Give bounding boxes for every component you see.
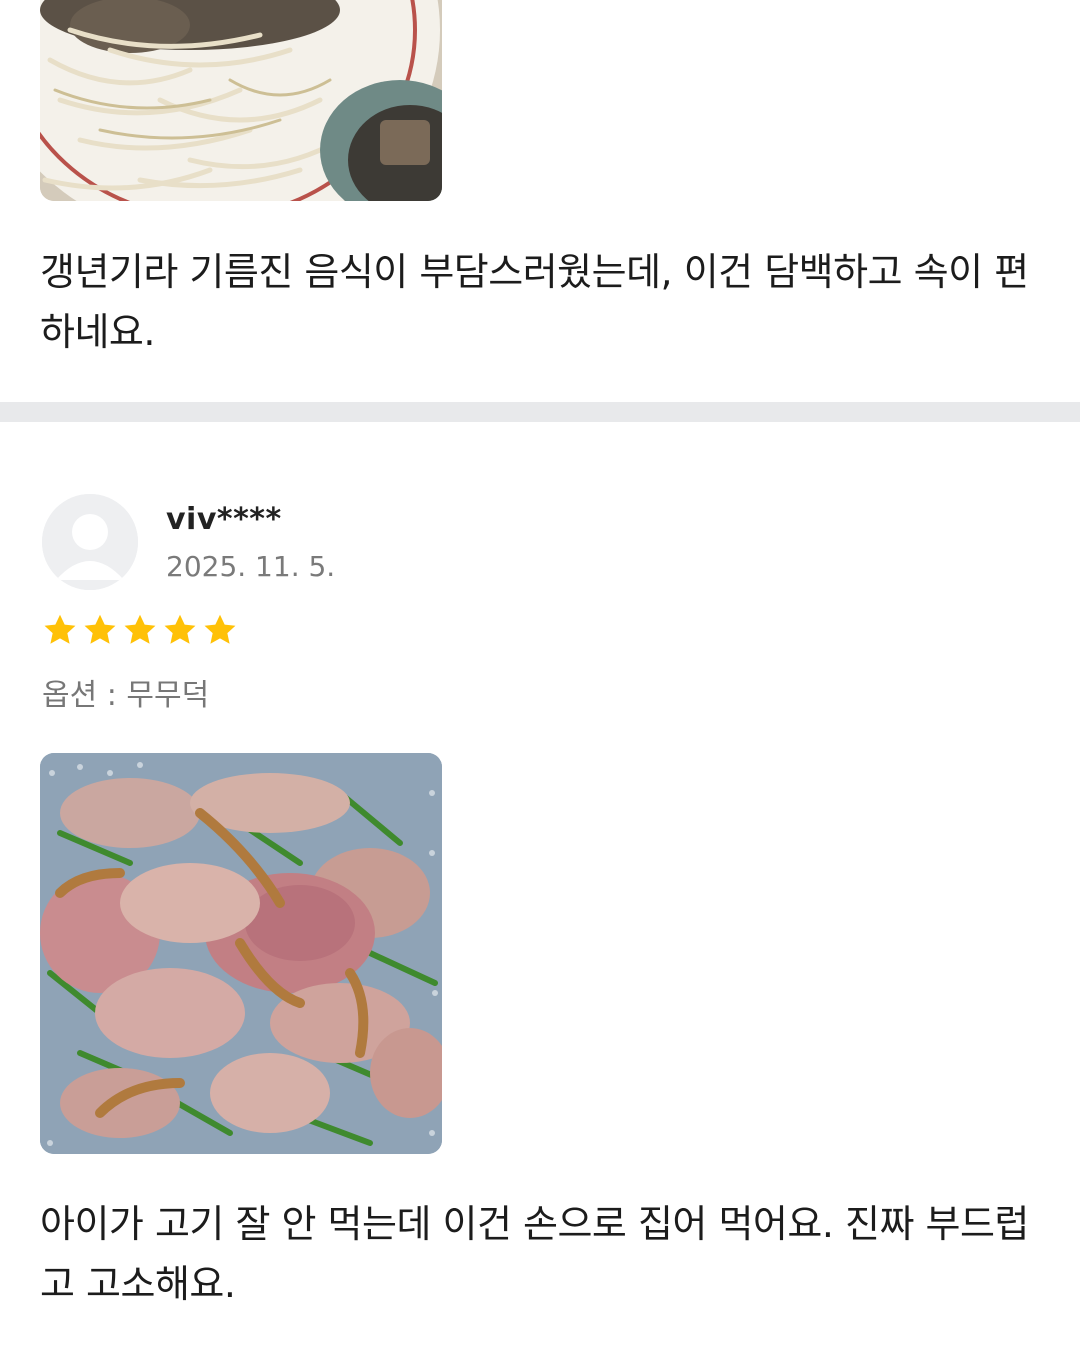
review-card: 갱년기라 기름진 음식이 부담스러웠는데, 이건 담백하고 속이 편하네요. <box>0 0 1080 402</box>
star-rating <box>42 612 238 648</box>
star-icon <box>44 614 76 644</box>
star-icon <box>124 614 156 644</box>
star-icon <box>204 614 236 644</box>
food-photo-noodles-icon <box>40 0 442 201</box>
option-value: 무무덕 <box>126 678 210 713</box>
review-date: 2025. 11. 5. <box>166 550 336 583</box>
option-separator: : <box>97 678 127 713</box>
food-photo-duck-icon <box>40 753 442 1154</box>
review-divider <box>0 402 1080 422</box>
review-photo[interactable] <box>40 0 442 201</box>
purchase-option: 옵션 : 무무덕 <box>42 670 209 714</box>
option-label: 옵션 <box>42 678 98 713</box>
review-text: 아이가 고기 잘 안 먹는데 이건 손으로 집어 먹어요. 진짜 부드럽고 고소… <box>40 1202 1029 1306</box>
star-icon <box>84 614 116 644</box>
review-card: viv**** 2025. 11. 5. 옵션 : 무무덕 아이가 고기 잘 안… <box>0 422 1080 1350</box>
default-user-avatar-icon <box>42 494 138 590</box>
review-text: 갱년기라 기름진 음식이 부담스러웠는데, 이건 담백하고 속이 편하네요. <box>40 250 1029 354</box>
star-icon <box>164 614 196 644</box>
review-photo[interactable] <box>40 753 442 1154</box>
reviewer-username: viv**** <box>166 502 282 537</box>
